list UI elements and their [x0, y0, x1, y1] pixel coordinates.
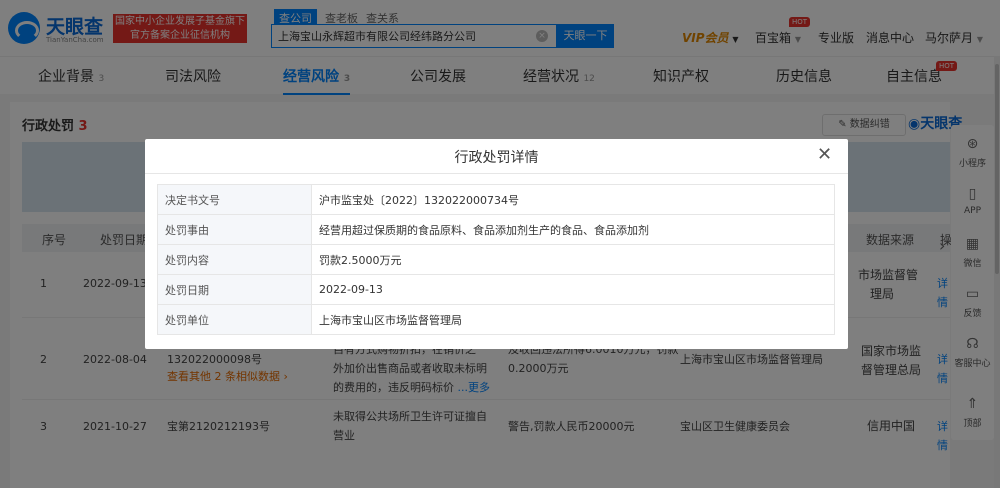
detail-row: 决定书文号 沪市监宝处〔2022〕132022000734号 [157, 184, 835, 215]
modal-divider [145, 173, 848, 174]
detail-value-org: 上海市宝山区市场监督管理局 [311, 304, 835, 335]
detail-value-content: 罚款2.5000万元 [311, 244, 835, 275]
penalty-detail-modal: 行政处罚详情 ✕ 决定书文号 沪市监宝处〔2022〕132022000734号 处… [145, 139, 848, 349]
detail-row: 处罚日期 2022-09-13 [157, 274, 835, 305]
detail-key-doc-no: 决定书文号 [157, 184, 312, 215]
detail-key-content: 处罚内容 [157, 244, 312, 275]
detail-key-org: 处罚单位 [157, 304, 312, 335]
detail-table: 决定书文号 沪市监宝处〔2022〕132022000734号 处罚事由 经营用超过保… [157, 184, 835, 335]
modal-title: 行政处罚详情 [454, 150, 539, 166]
detail-row: 处罚事由 经营用超过保质期的食品原料、食品添加剂生产的食品、食品添加剂 [157, 214, 835, 245]
detail-value-reason: 经营用超过保质期的食品原料、食品添加剂生产的食品、食品添加剂 [311, 214, 835, 245]
detail-key-reason: 处罚事由 [157, 214, 312, 245]
detail-value-doc-no: 沪市监宝处〔2022〕132022000734号 [311, 184, 835, 215]
detail-row: 处罚内容 罚款2.5000万元 [157, 244, 835, 275]
detail-key-date: 处罚日期 [157, 274, 312, 305]
detail-row: 处罚单位 上海市宝山区市场监督管理局 [157, 304, 835, 335]
close-icon[interactable]: ✕ [817, 145, 832, 165]
detail-value-date: 2022-09-13 [311, 274, 835, 305]
